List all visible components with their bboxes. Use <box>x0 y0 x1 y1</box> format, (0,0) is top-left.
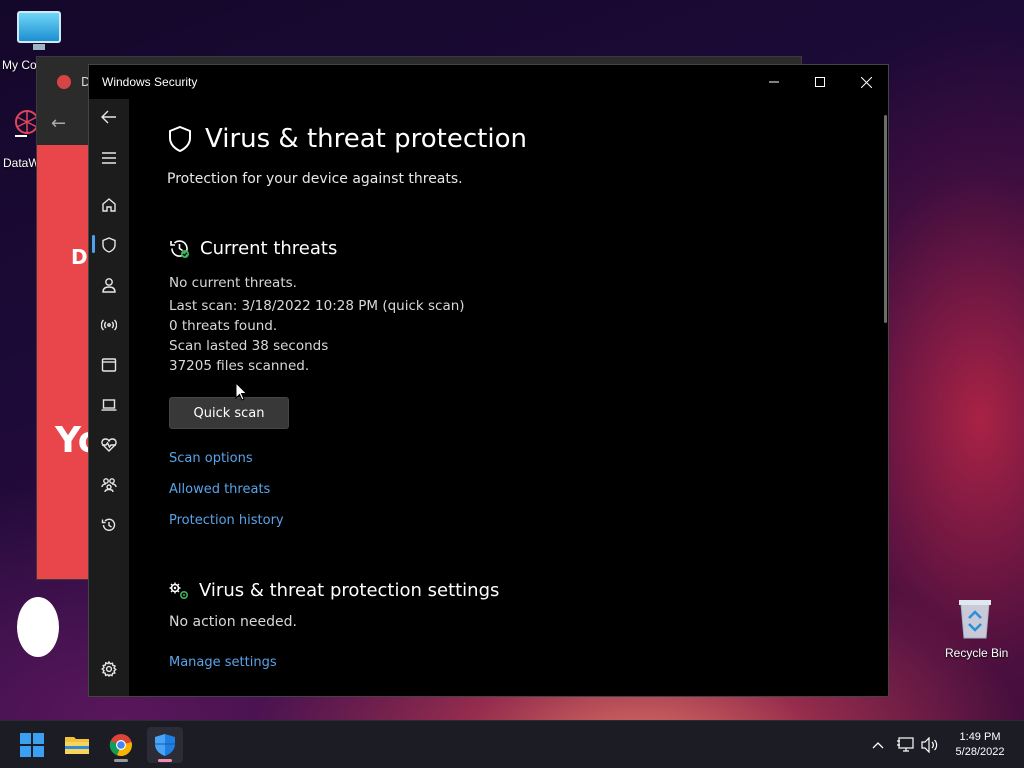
sidebar-item-account[interactable] <box>89 267 129 303</box>
volume-button[interactable] <box>919 733 941 757</box>
person-icon <box>102 278 116 293</box>
app-browser-icon <box>101 358 117 372</box>
file-explorer-icon <box>65 737 89 754</box>
home-icon <box>102 198 116 212</box>
page-header: Virus & threat protection <box>167 124 527 154</box>
volume-icon <box>921 737 938 753</box>
threats-found-text: 0 threats found. <box>169 318 278 334</box>
desktop-icon-label: My Co <box>2 58 37 72</box>
sidebar-item-firewall[interactable] <box>89 307 129 343</box>
network-icon <box>897 737 914 752</box>
taskbar-windows-security[interactable] <box>147 727 183 763</box>
close-icon <box>860 76 872 88</box>
network-status-button[interactable] <box>895 733 917 757</box>
quick-scan-button[interactable]: Quick scan <box>169 397 289 429</box>
taskbar: 1:49 PM 5/28/2022 <box>0 720 1024 768</box>
minimize-icon <box>769 81 779 83</box>
sidebar-item-family[interactable] <box>89 467 129 503</box>
clock-time: 1:49 PM <box>959 731 1001 743</box>
desktop-icon-label: DataW <box>3 156 40 170</box>
active-indicator <box>158 759 172 762</box>
tab-favicon-icon <box>57 75 71 89</box>
mouse-cursor-icon <box>235 382 248 401</box>
desktop-icon-label: Recycle Bin <box>945 646 1009 660</box>
background-circle-shape <box>17 597 59 657</box>
manage-settings-link[interactable]: Manage settings <box>169 655 277 670</box>
taskbar-clock[interactable]: 1:49 PM 5/28/2022 <box>944 730 1016 760</box>
scan-options-link[interactable]: Scan options <box>169 451 253 466</box>
history-icon <box>101 518 116 531</box>
sidebar-item-settings[interactable] <box>89 651 129 687</box>
chrome-icon <box>109 734 132 757</box>
windows-security-window: Windows Security Virus & threat protecti… <box>88 64 889 697</box>
scan-duration-text: Scan lasted 38 seconds <box>169 338 329 354</box>
back-button[interactable] <box>89 99 129 135</box>
sidebar-item-device-security[interactable] <box>89 387 129 423</box>
page-subtitle: Protection for your device against threa… <box>167 171 463 187</box>
minimize-button[interactable] <box>751 65 797 99</box>
gear-icon <box>101 661 117 677</box>
show-hidden-icons-button[interactable] <box>868 733 888 757</box>
shield-icon <box>102 237 116 253</box>
settings-status-text: No action needed. <box>169 614 297 630</box>
sidebar-item-virus-protection[interactable] <box>89 227 129 263</box>
chevron-up-icon <box>872 742 884 749</box>
recycle-bin-icon <box>959 600 991 639</box>
running-indicator <box>114 759 128 762</box>
settings-section-header: Virus & threat protection settings <box>169 580 499 601</box>
family-icon <box>101 478 117 493</box>
clock-date: 5/28/2022 <box>955 746 1005 758</box>
maximize-button[interactable] <box>797 65 843 99</box>
titlebar: Windows Security <box>89 65 888 99</box>
sidebar-nav <box>89 99 129 696</box>
sidebar-item-app-browser[interactable] <box>89 347 129 383</box>
heart-pulse-icon <box>101 438 117 452</box>
laptop-icon <box>101 399 117 411</box>
taskbar-chrome[interactable] <box>103 727 139 763</box>
sidebar-item-device-health[interactable] <box>89 427 129 463</box>
current-threats-header: Current threats <box>169 238 337 259</box>
allowed-threats-link[interactable]: Allowed threats <box>169 482 270 497</box>
background-back-arrow-icon[interactable]: ← <box>51 113 66 134</box>
taskbar-file-explorer[interactable] <box>59 727 95 763</box>
back-arrow-icon <box>101 110 116 124</box>
network-icon <box>101 319 117 331</box>
current-threats-title: Current threats <box>200 238 338 259</box>
windows-security-icon <box>155 734 175 756</box>
settings-gear-icon <box>169 582 189 599</box>
computer-icon <box>17 11 61 50</box>
threat-status-text: No current threats. <box>169 275 297 291</box>
maximize-icon <box>815 77 825 87</box>
window-title: Windows Security <box>102 75 198 89</box>
hamburger-menu-icon <box>102 152 116 164</box>
menu-button[interactable] <box>89 140 129 176</box>
last-scan-text: Last scan: 3/18/2022 10:28 PM (quick sca… <box>169 298 465 314</box>
scan-history-icon <box>170 240 189 258</box>
files-scanned-text: 37205 files scanned. <box>169 358 310 374</box>
close-button[interactable] <box>843 65 888 99</box>
start-button[interactable] <box>14 727 50 763</box>
sidebar-item-home[interactable] <box>89 187 129 223</box>
page-title: Virus & threat protection <box>205 124 527 154</box>
protection-history-link[interactable]: Protection history <box>169 513 284 528</box>
background-initial-text: D <box>71 245 88 269</box>
sidebar-item-history[interactable] <box>89 507 129 543</box>
settings-section-title: Virus & threat protection settings <box>199 580 500 601</box>
shield-icon <box>169 125 191 153</box>
windows-start-icon <box>20 733 44 757</box>
